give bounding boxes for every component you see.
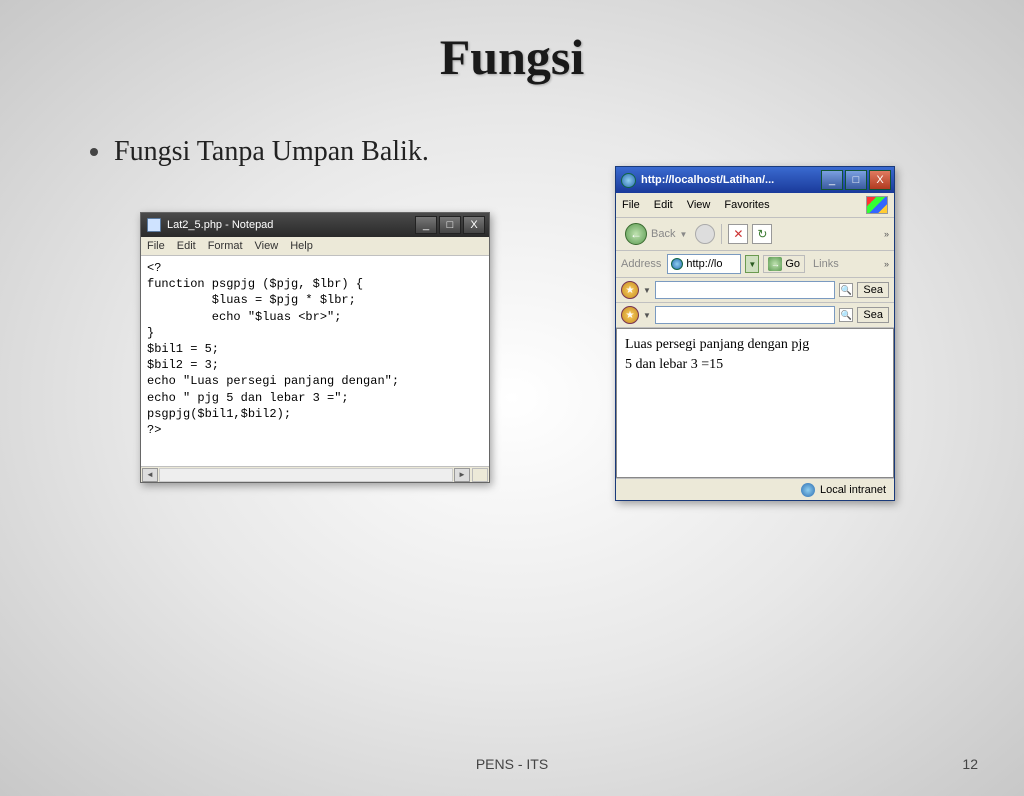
search-input[interactable]: [655, 306, 836, 324]
notepad-menubar: File Edit Format View Help: [141, 237, 489, 256]
notepad-icon: [147, 218, 161, 232]
ie-window: http://localhost/Latihan/... _ □ X File …: [615, 166, 895, 501]
page-number: 12: [962, 756, 978, 772]
back-icon: ←: [625, 223, 647, 245]
minimize-button[interactable]: _: [415, 216, 437, 234]
bullet-item: Fungsi Tanpa Umpan Balik.: [90, 136, 1024, 168]
notepad-title: Lat2_5.php - Notepad: [167, 219, 273, 231]
footer-text: PENS - ITS: [476, 756, 548, 772]
status-text: Local intranet: [820, 484, 886, 496]
forward-button[interactable]: [695, 224, 715, 244]
scroll-track[interactable]: [159, 468, 453, 482]
menu-edit[interactable]: Edit: [654, 199, 673, 211]
notepad-scrollbar[interactable]: ◄ ►: [141, 466, 489, 482]
bullet-text: Fungsi Tanpa Umpan Balik.: [114, 136, 429, 168]
ie-toolbar: ← Back ▼ ✕ ↻ »: [616, 218, 894, 251]
close-button[interactable]: X: [869, 170, 891, 190]
slide-title: Fungsi: [0, 28, 1024, 86]
address-input[interactable]: http://lo: [667, 254, 741, 274]
notepad-textarea[interactable]: <? function psgpjg ($pjg, $lbr) { $luas …: [141, 256, 489, 466]
menu-help[interactable]: Help: [290, 240, 313, 252]
windows-flag-icon: [866, 196, 888, 214]
back-button[interactable]: ← Back ▼: [621, 221, 691, 247]
search-icon[interactable]: 🔍: [839, 308, 853, 322]
menu-view[interactable]: View: [255, 240, 279, 252]
search-input[interactable]: [655, 281, 836, 299]
menu-favorites[interactable]: Favorites: [724, 199, 769, 211]
output-line-2: 5 dan lebar 3 =15: [625, 355, 885, 375]
search-button[interactable]: Sea: [857, 282, 889, 298]
star-icon[interactable]: ★: [621, 306, 639, 324]
overflow-icon[interactable]: »: [884, 229, 889, 239]
notepad-titlebar[interactable]: Lat2_5.php - Notepad _ □ X: [141, 213, 489, 237]
back-label: Back: [651, 228, 675, 240]
links-label[interactable]: Links: [813, 258, 839, 270]
ie-icon: [621, 173, 636, 188]
ie-statusbar: Local intranet: [616, 478, 894, 500]
ie-searchbar-1: ★ ▼ 🔍 Sea: [616, 278, 894, 303]
ie-titlebar[interactable]: http://localhost/Latihan/... _ □ X: [616, 167, 894, 193]
bullet-icon: [90, 148, 98, 156]
menu-file[interactable]: File: [147, 240, 165, 252]
menu-file[interactable]: File: [622, 199, 640, 211]
ie-title: http://localhost/Latihan/...: [641, 174, 774, 186]
go-label: Go: [785, 258, 800, 270]
resize-grip-icon[interactable]: [472, 468, 488, 482]
scroll-left-icon[interactable]: ◄: [142, 468, 158, 482]
search-button[interactable]: Sea: [857, 307, 889, 323]
ie-menubar: File Edit View Favorites: [616, 193, 894, 218]
go-icon: →: [768, 257, 782, 271]
close-button[interactable]: X: [463, 216, 485, 234]
overflow-icon[interactable]: »: [884, 259, 889, 269]
ie-addressbar: Address http://lo ▼ → Go Links »: [616, 251, 894, 278]
address-dropdown[interactable]: ▼: [745, 255, 759, 273]
intranet-icon: [801, 483, 815, 497]
address-url: http://lo: [686, 258, 722, 270]
address-label: Address: [621, 258, 661, 270]
page-icon: [671, 258, 683, 270]
refresh-button[interactable]: ↻: [752, 224, 772, 244]
go-button[interactable]: → Go: [763, 255, 805, 273]
search-icon[interactable]: 🔍: [839, 283, 853, 297]
maximize-button[interactable]: □: [439, 216, 461, 234]
ie-searchbar-2: ★ ▼ 🔍 Sea: [616, 303, 894, 328]
notepad-window: Lat2_5.php - Notepad _ □ X File Edit For…: [140, 212, 490, 483]
menu-view[interactable]: View: [687, 199, 711, 211]
separator: [721, 224, 722, 244]
menu-format[interactable]: Format: [208, 240, 243, 252]
minimize-button[interactable]: _: [821, 170, 843, 190]
maximize-button[interactable]: □: [845, 170, 867, 190]
stop-button[interactable]: ✕: [728, 224, 748, 244]
star-icon[interactable]: ★: [621, 281, 639, 299]
scroll-right-icon[interactable]: ►: [454, 468, 470, 482]
ie-page-content: Luas persegi panjang dengan pjg 5 dan le…: [616, 328, 894, 478]
menu-edit[interactable]: Edit: [177, 240, 196, 252]
output-line-1: Luas persegi panjang dengan pjg: [625, 335, 885, 355]
